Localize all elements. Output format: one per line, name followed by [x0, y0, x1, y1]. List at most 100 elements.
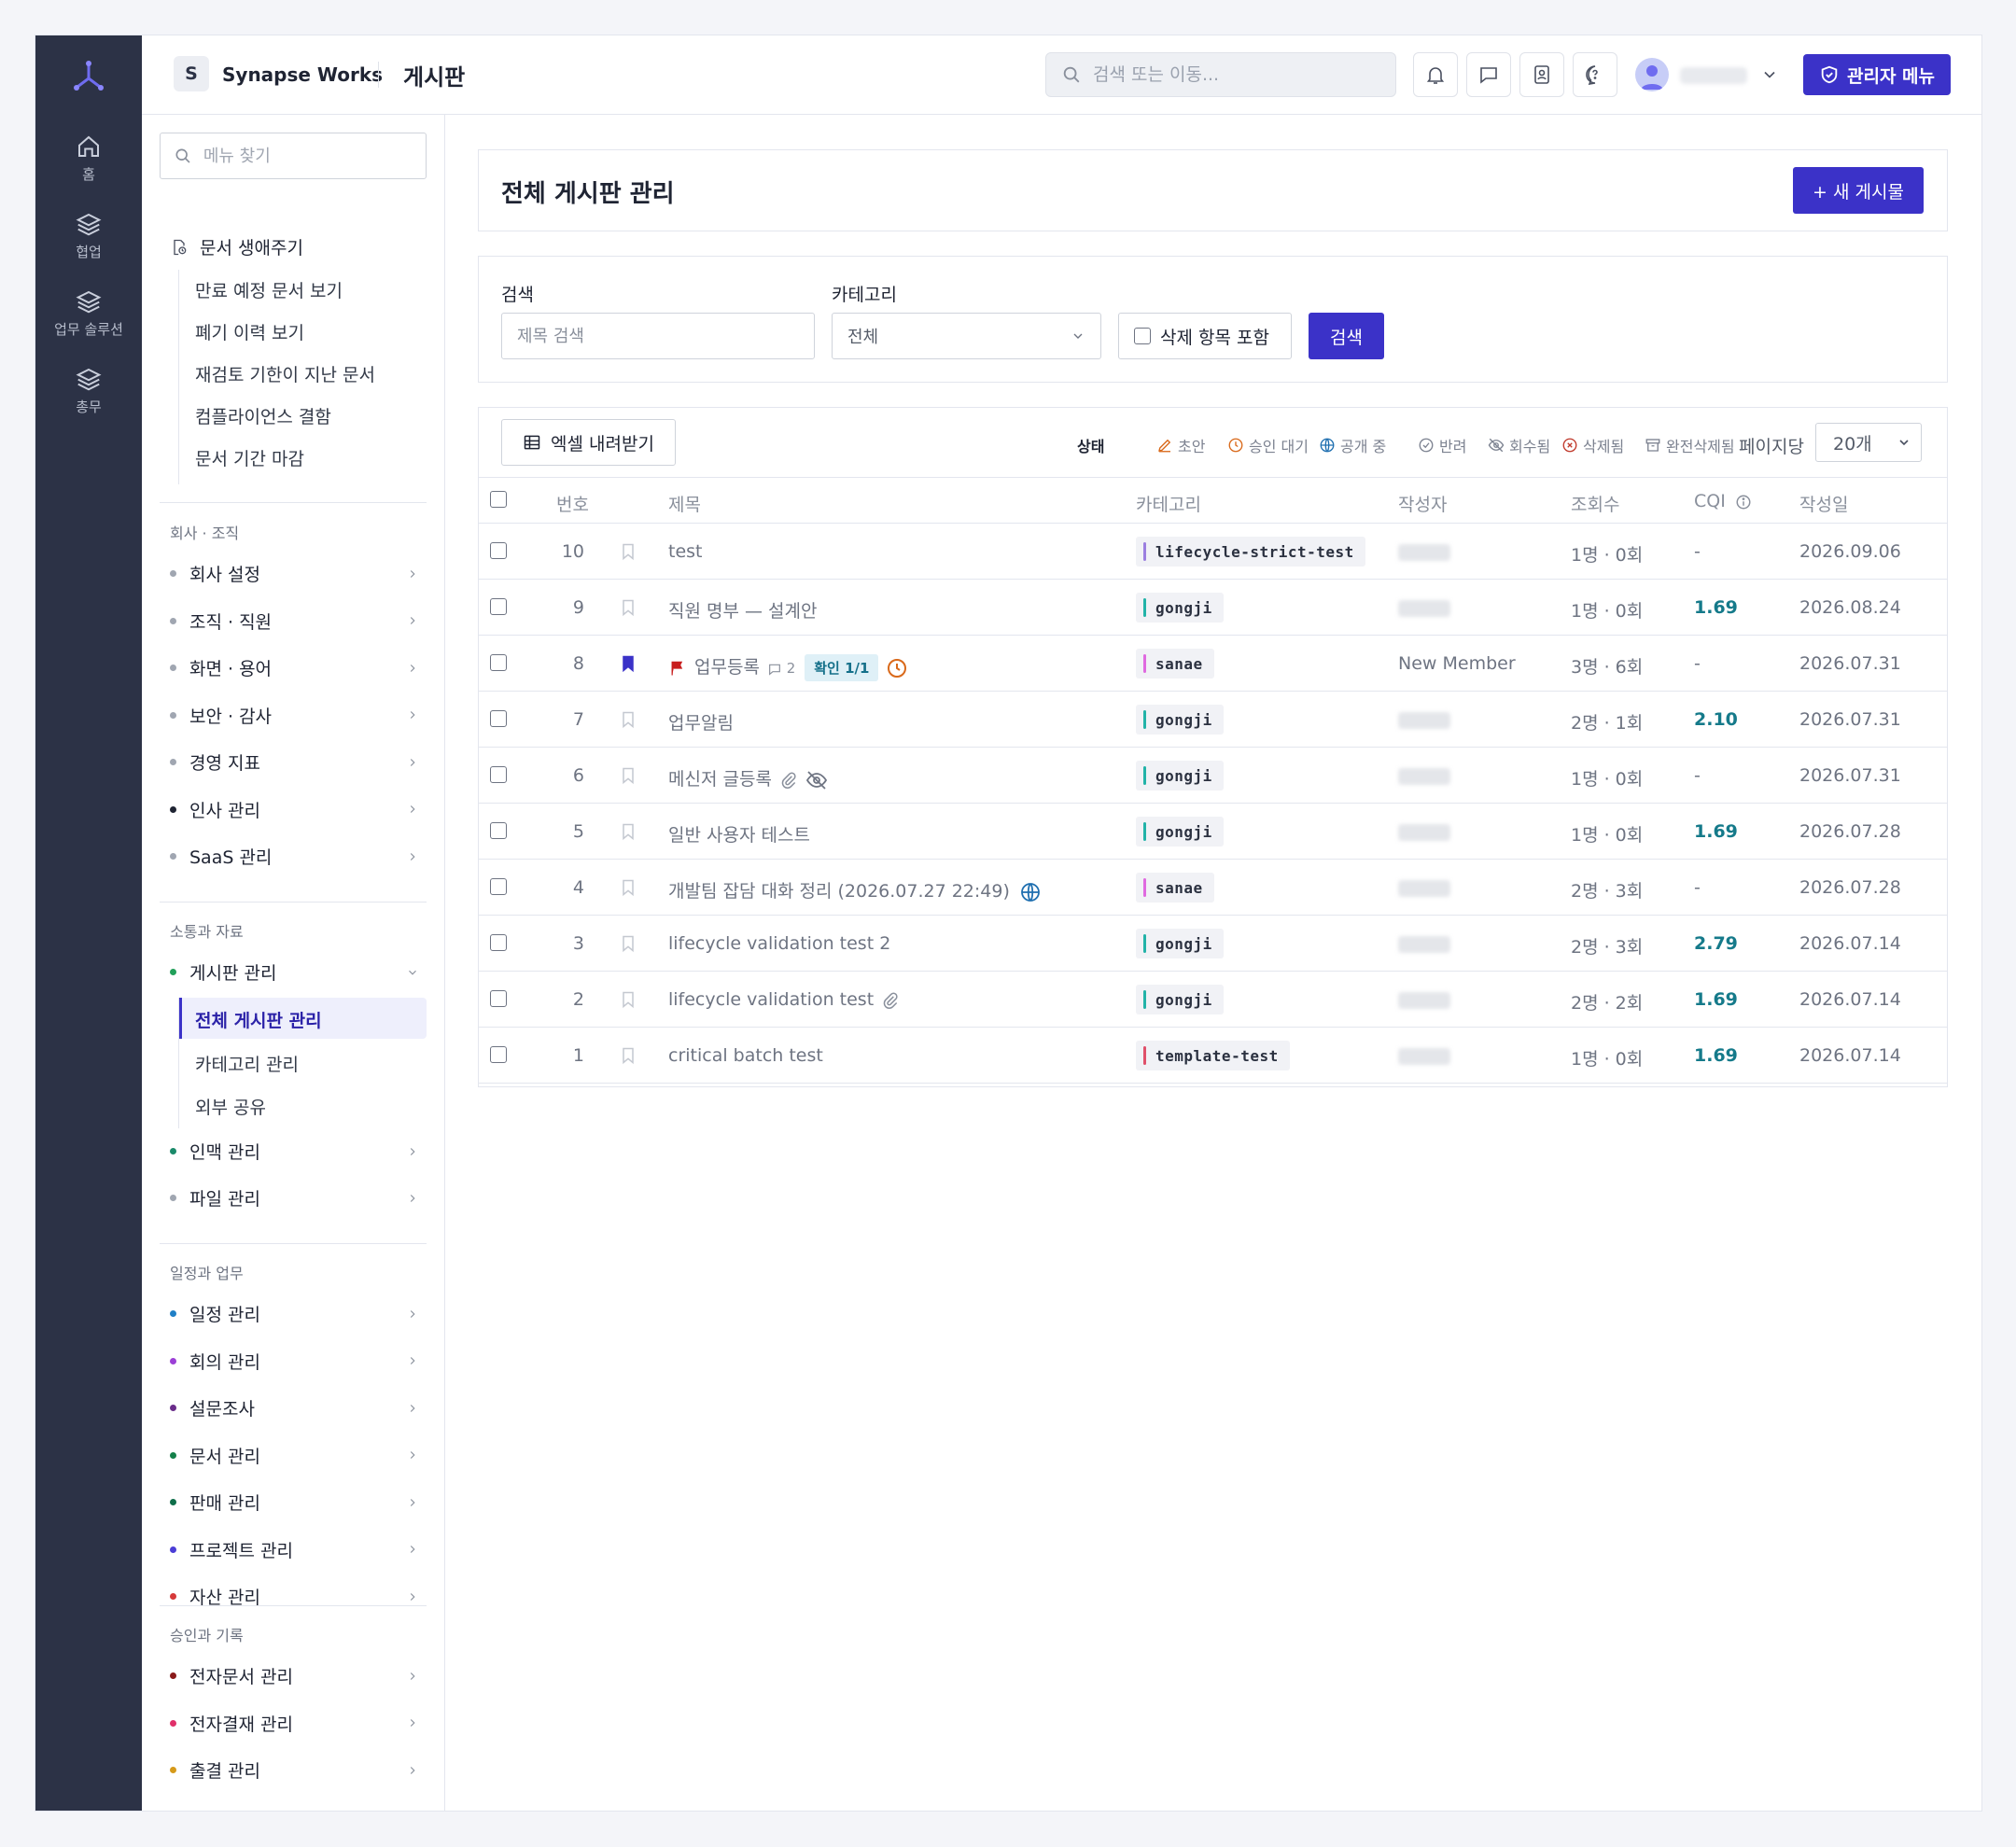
sidebar-item[interactable]: 문서 관리	[142, 1443, 445, 1468]
sidebar-item[interactable]: 프로젝트 관리	[142, 1537, 445, 1562]
post-title-cell[interactable]: 일반 사용자 테스트	[668, 821, 810, 847]
menu-search[interactable]	[160, 133, 427, 179]
bookmark-icon[interactable]	[619, 766, 637, 785]
chevron-down-icon[interactable]	[1760, 65, 1779, 84]
bookmark-icon[interactable]	[619, 654, 637, 673]
column-header-cqi[interactable]: CQI	[1694, 491, 1752, 511]
sidebar-item[interactable]: 회사 설정	[142, 561, 445, 586]
excel-download-button[interactable]: 엑셀 내려받기	[501, 419, 676, 466]
column-header-views[interactable]: 조회수	[1571, 491, 1619, 516]
workspace-name[interactable]: Synapse Works	[222, 63, 383, 86]
global-search[interactable]	[1045, 52, 1396, 97]
bookmark-icon[interactable]	[619, 1046, 637, 1065]
include-deleted-toggle[interactable]: 삭제 항목 포함	[1118, 313, 1292, 359]
include-deleted-checkbox[interactable]	[1134, 328, 1151, 344]
sidebar-item[interactable]: 설문조사	[142, 1395, 445, 1420]
post-title-cell[interactable]: critical batch test	[668, 1045, 823, 1066]
sidebar-sub-categories[interactable]: 카테고리 관리	[195, 1051, 299, 1076]
post-title-cell[interactable]: 업무알림	[668, 709, 734, 735]
notification-button[interactable]	[1413, 52, 1458, 97]
sidebar-item[interactable]: 경영 지표	[142, 749, 445, 775]
post-title-cell[interactable]: test	[668, 541, 703, 562]
search-button[interactable]: 검색	[1309, 313, 1384, 359]
new-post-button[interactable]: + 새 게시물	[1793, 167, 1924, 214]
column-header-no[interactable]: 번호	[556, 491, 589, 516]
post-title-cell[interactable]: 개발팀 잡담 대화 정리 (2026.07.27 22:49)	[668, 877, 1042, 903]
sidebar-item[interactable]: 전자결재 관리	[142, 1711, 445, 1736]
row-checkbox[interactable]	[490, 878, 507, 895]
sidebar-item[interactable]: 출결 관리	[142, 1757, 445, 1783]
bookmark-icon[interactable]	[619, 878, 637, 897]
global-search-input[interactable]	[1093, 64, 1373, 85]
sidebar-item[interactable]: 인사 관리	[142, 797, 445, 822]
sidebar-sub-overdue-review[interactable]: 재검토 기한이 지난 문서	[195, 361, 375, 386]
rail-item-home[interactable]: 홈	[35, 133, 142, 184]
row-checkbox[interactable]	[490, 822, 507, 839]
bookmark-icon[interactable]	[619, 990, 637, 1009]
row-checkbox[interactable]	[490, 598, 507, 615]
row-checkbox[interactable]	[490, 990, 507, 1007]
bookmark-icon[interactable]	[619, 822, 637, 841]
table-row[interactable]: 9 직원 명부 — 설계안 gongji 1명 · 0회 1.69 2026.08.24	[479, 580, 1947, 636]
help-button[interactable]	[1573, 52, 1617, 97]
post-title-cell[interactable]: lifecycle validation test 2	[668, 933, 890, 954]
sidebar-item-files[interactable]: 파일 관리	[142, 1185, 445, 1210]
bookmark-icon[interactable]	[619, 542, 637, 561]
workspace-badge[interactable]: S	[174, 56, 209, 91]
menu-search-input[interactable]	[203, 146, 426, 166]
sidebar-item-lifecycle[interactable]: 문서 생애주기	[142, 234, 445, 259]
select-all-checkbox[interactable]	[490, 491, 507, 508]
sidebar-item[interactable]: 판매 관리	[142, 1490, 445, 1515]
contacts-button[interactable]	[1519, 52, 1564, 97]
sidebar-sub-compliance[interactable]: 컴플라이언스 결함	[195, 403, 331, 428]
table-row[interactable]: 10 test lifecycle-strict-test 1명 · 0회 - 2026.…	[479, 524, 1947, 580]
sidebar-sub-expiring[interactable]: 만료 예정 문서 보기	[195, 277, 343, 302]
user-name-redacted[interactable]	[1680, 67, 1747, 84]
rail-item-solution[interactable]: 업무 솔루션	[35, 287, 142, 339]
table-row[interactable]: 8 업무등록 2 확인 1/1 sanae New Member 3명 · 6회 - 2026…	[479, 636, 1947, 692]
post-title-cell[interactable]: 업무등록 2 확인 1/1	[668, 653, 908, 681]
column-header-title[interactable]: 제목	[668, 491, 701, 516]
bookmark-icon[interactable]	[619, 598, 637, 617]
table-row[interactable]: 1 critical batch test template-test 1명 · 0회…	[479, 1028, 1947, 1084]
row-checkbox[interactable]	[490, 710, 507, 727]
table-row[interactable]: 7 업무알림 gongji 2명 · 1회 2.10 2026.07.31	[479, 692, 1947, 748]
rail-item-collab[interactable]: 협업	[35, 210, 142, 261]
sidebar-item[interactable]: 조직 · 직원	[142, 609, 445, 634]
title-search-input[interactable]	[501, 313, 815, 359]
info-icon[interactable]	[1735, 494, 1752, 511]
row-checkbox[interactable]	[490, 542, 507, 559]
per-page-select[interactable]: 20개	[1815, 423, 1922, 462]
sidebar-item-network[interactable]: 인맥 관리	[142, 1139, 445, 1164]
row-checkbox[interactable]	[490, 766, 507, 783]
table-row[interactable]: 6 메신저 글등록 gongji 1명 · 0회 - 2026.07.31	[479, 748, 1947, 804]
sidebar-item[interactable]: 보안 · 감사	[142, 703, 445, 728]
row-checkbox[interactable]	[490, 1046, 507, 1063]
sidebar-item-board[interactable]: 게시판 관리	[142, 959, 445, 985]
table-row[interactable]: 2 lifecycle validation test gongji 2명 · 2회 1…	[479, 972, 1947, 1028]
sidebar-item[interactable]: 전자문서 관리	[142, 1663, 445, 1688]
table-row[interactable]: 5 일반 사용자 테스트 gongji 1명 · 0회 1.69 2026.07.28	[479, 804, 1947, 860]
app-logo-icon[interactable]	[70, 58, 107, 95]
row-checkbox[interactable]	[490, 654, 507, 671]
column-header-category[interactable]: 카테고리	[1136, 491, 1201, 516]
category-select[interactable]: 전체	[832, 313, 1101, 359]
post-title-cell[interactable]: 직원 명부 — 설계안	[668, 597, 817, 623]
table-row[interactable]: 4 개발팀 잡담 대화 정리 (2026.07.27 22:49) sanae 2명 …	[479, 860, 1947, 916]
post-title-cell[interactable]: lifecycle validation test	[668, 989, 900, 1010]
bookmark-icon[interactable]	[619, 710, 637, 729]
column-header-author[interactable]: 작성자	[1398, 491, 1447, 516]
messages-button[interactable]	[1466, 52, 1511, 97]
avatar[interactable]	[1635, 58, 1669, 91]
column-header-date[interactable]: 작성일	[1799, 491, 1848, 516]
sidebar-item[interactable]: 일정 관리	[142, 1301, 445, 1326]
sidebar-item[interactable]: SaaS 관리	[142, 844, 445, 869]
table-row[interactable]: 3 lifecycle validation test 2 gongji 2명 · 3…	[479, 916, 1947, 972]
sidebar-sub-external-share[interactable]: 외부 공유	[195, 1094, 266, 1119]
sidebar-sub-period-close[interactable]: 문서 기간 마감	[195, 445, 304, 470]
rail-item-general[interactable]: 총무	[35, 365, 142, 416]
sidebar-sub-all-boards[interactable]: 전체 게시판 관리	[195, 1007, 322, 1032]
admin-menu-button[interactable]: 관리자 메뉴	[1803, 54, 1951, 95]
sidebar-item[interactable]: 화면 · 용어	[142, 655, 445, 680]
post-title-cell[interactable]: 메신저 글등록	[668, 765, 828, 791]
